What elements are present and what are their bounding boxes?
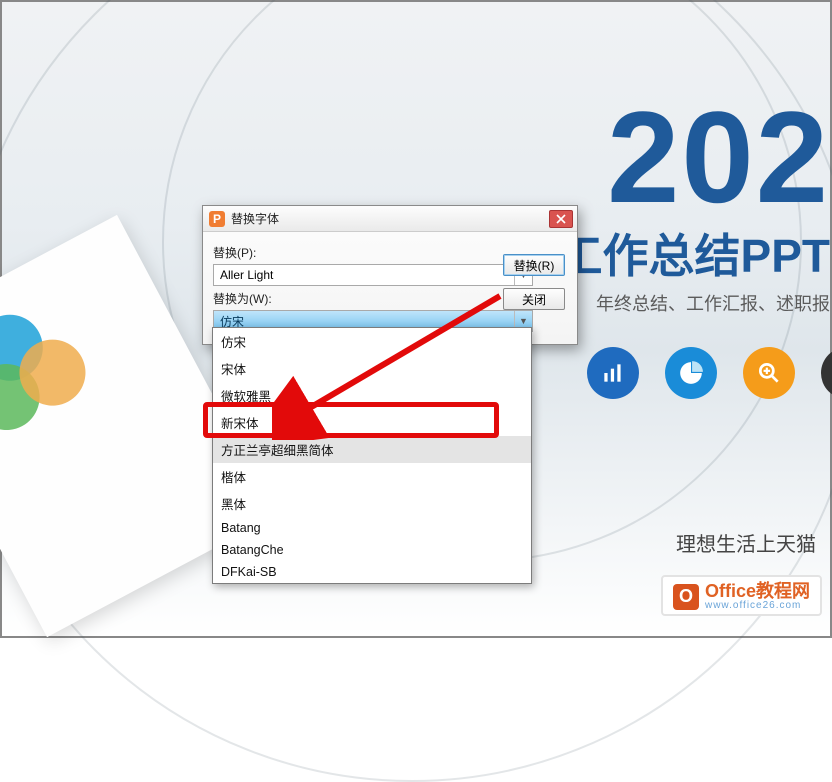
replace-font-combo[interactable]: Aller Light ▼ [213,264,533,286]
font-option[interactable]: 微软雅黑 [213,382,531,409]
font-option[interactable]: 宋体 [213,355,531,382]
replace-font-dialog: P 替换字体 替换(P): Aller Light ▼ 替换为(W): 仿宋 ▼… [202,205,578,345]
icon-row [587,347,832,399]
slide-subtext: 年终总结、工作汇报、述职报 [596,290,830,316]
watermark-logo: O Office教程网 www.office26.com [661,575,822,616]
font-option[interactable]: 新宋体 [213,409,531,436]
logo-mark-icon: O [673,584,699,610]
replace-font-value: Aller Light [220,268,273,282]
font-option[interactable]: 仿宋 [213,328,531,355]
replace-button[interactable]: 替换(R) [503,254,565,276]
close-button[interactable]: 关闭 [503,288,565,310]
slide-title: 工作总结PPT [557,220,830,286]
slide-year: 202 [607,92,830,222]
font-option[interactable]: 楷体 [213,463,531,490]
slide-canvas: 202 工作总结PPT 年终总结、工作汇报、述职报 理想生活上天猫 O Offi… [0,0,832,638]
font-option[interactable]: BatangChe [213,539,531,561]
chart-circle-icon [587,347,639,399]
logo-url: www.office26.com [705,601,810,612]
zoom-circle-icon [743,347,795,399]
font-option[interactable]: 黑体 [213,490,531,517]
menu-circle-icon [821,347,832,399]
pie-circle-icon [665,347,717,399]
dialog-close-button[interactable] [549,210,573,228]
app-icon: P [209,211,225,227]
dialog-titlebar[interactable]: P 替换字体 [203,206,577,232]
font-dropdown-list[interactable]: 仿宋宋体微软雅黑新宋体方正兰亭超细黑简体楷体黑体BatangBatangCheD… [212,327,532,584]
font-option[interactable]: DFKai-SB [213,561,531,583]
venn-diagram-icon [0,290,105,452]
tagline-text: 理想生活上天猫 [676,528,816,557]
logo-brand: Office教程网 [705,582,810,601]
font-option[interactable]: 方正兰亭超细黑简体 [213,436,531,463]
font-option[interactable]: Batang [213,517,531,539]
dialog-title: 替换字体 [231,210,543,227]
